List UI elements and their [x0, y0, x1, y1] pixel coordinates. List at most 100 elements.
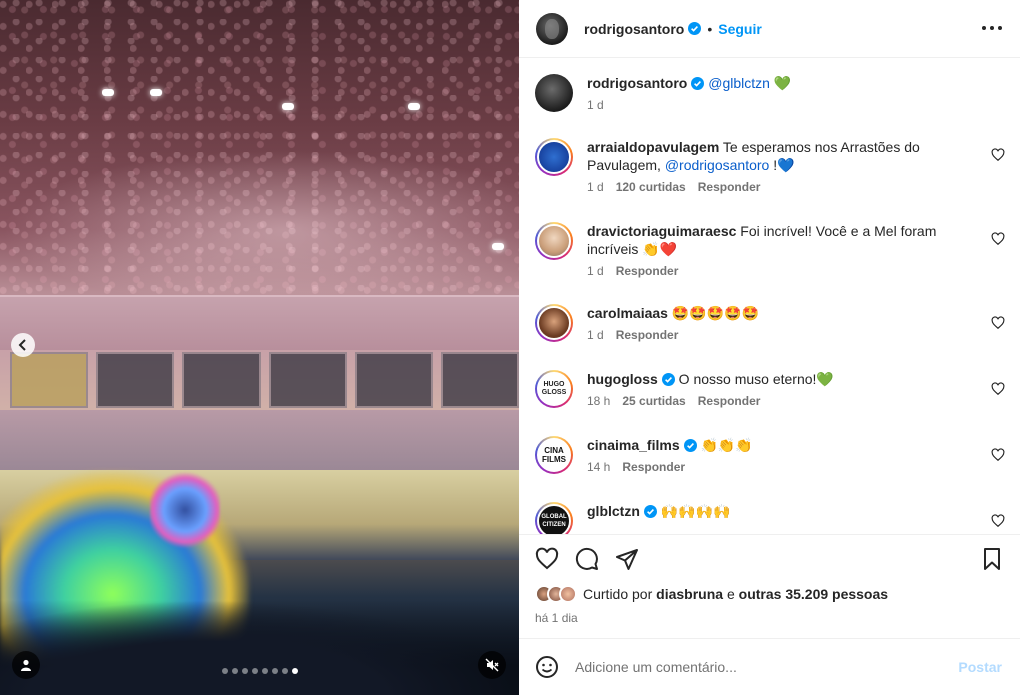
like-comment-icon[interactable] [991, 514, 1005, 528]
comment-text: 🙌🙌🙌🙌 [660, 503, 731, 519]
avatar[interactable]: CINA FILMS [535, 436, 573, 474]
more-options-icon[interactable] [982, 20, 1002, 36]
cinaima-logo: CINA FILMS [537, 438, 571, 472]
reply-button[interactable]: Responder [698, 180, 761, 194]
likes-prefix: Curtido por [583, 586, 657, 602]
media-windows [10, 352, 519, 408]
comment-item: HUGO GLOSS hugogloss O nosso muso eterno… [535, 370, 1005, 408]
follow-button[interactable]: Seguir [718, 21, 762, 37]
post-media[interactable] [0, 0, 519, 695]
comment-text: O nosso muso eterno!💚 [678, 371, 834, 387]
comment-item: GLOBAL CITIZEN glblctzn 🙌🙌🙌🙌 [535, 502, 1005, 534]
comment-username[interactable]: dravictoriaguimaraesc [587, 223, 736, 239]
carousel-dot [262, 668, 268, 674]
stage-light [282, 103, 294, 110]
carousel-dot-active [292, 668, 298, 674]
comment-time[interactable]: 18 h [587, 394, 610, 408]
carousel-dots [222, 668, 298, 674]
avatar[interactable]: GLOBAL CITIZEN [535, 502, 573, 534]
reply-button[interactable]: Responder [622, 460, 685, 474]
carousel-dot [272, 668, 278, 674]
like-comment-icon[interactable] [991, 148, 1005, 162]
media-balcony [0, 295, 519, 350]
share-icon[interactable] [615, 547, 639, 571]
emoji-icon[interactable] [535, 655, 559, 679]
comment-text: 👏👏👏 [700, 437, 753, 453]
likes-user[interactable]: diasbruna [656, 586, 723, 602]
comment-likes[interactable]: 120 curtidas [616, 180, 686, 194]
post-panel: rodrigosantoro • Seguir rodrigosantoro @… [519, 0, 1020, 695]
caption: rodrigosantoro @glblctzn 💚 1 d [535, 74, 1005, 112]
media-performer [150, 470, 220, 550]
post-button[interactable]: Postar [958, 659, 1002, 675]
media-crowd-bottom [0, 600, 519, 695]
caption-time[interactable]: 1 d [587, 98, 604, 112]
reply-button[interactable]: Responder [698, 394, 761, 408]
verified-icon [643, 505, 657, 518]
comment-time[interactable]: 1 d [587, 180, 604, 194]
avatar[interactable] [559, 585, 577, 603]
post-header: rodrigosantoro • Seguir [519, 0, 1020, 58]
avatar[interactable] [535, 304, 573, 342]
comment-suffix: !💙 [769, 157, 795, 173]
carousel-dot [222, 668, 228, 674]
carousel-dot [282, 668, 288, 674]
tagged-user-icon[interactable] [12, 651, 40, 679]
avatar[interactable] [535, 74, 573, 112]
like-comment-icon[interactable] [991, 448, 1005, 462]
comment-time[interactable]: 1 d [587, 264, 604, 278]
comment-likes[interactable]: 25 curtidas [622, 394, 685, 408]
like-comment-icon[interactable] [991, 232, 1005, 246]
comment-username[interactable]: glblctzn [587, 503, 640, 519]
separator: • [707, 20, 713, 37]
verified-icon [661, 373, 675, 386]
avatar[interactable]: HUGO GLOSS [535, 370, 573, 408]
verified-icon [688, 22, 702, 35]
reply-button[interactable]: Responder [616, 264, 679, 278]
carousel-dot [242, 668, 248, 674]
verified-icon [691, 77, 705, 90]
stage-light [492, 243, 504, 250]
comment-item: arraialdopavulagem Te esperamos nos Arra… [535, 138, 1005, 194]
add-comment-bar: Postar [519, 638, 1020, 695]
verified-icon [683, 439, 697, 452]
caption-text[interactable]: @glblctzn 💚 [708, 75, 791, 91]
comment-item: CINA FILMS cinaima_films 👏👏👏 14 h Respond… [535, 436, 1005, 474]
media-haze [0, 150, 519, 310]
media-band [0, 410, 519, 470]
like-comment-icon[interactable] [991, 382, 1005, 396]
stage-light [102, 89, 114, 96]
comment-username[interactable]: hugogloss [587, 371, 658, 387]
caption-username[interactable]: rodrigosantoro [587, 75, 687, 91]
bookmark-icon[interactable] [980, 547, 1004, 571]
chevron-left-icon[interactable] [11, 333, 35, 357]
comment-username[interactable]: carolmaiaas [587, 305, 668, 321]
stage-light [150, 89, 162, 96]
likes-middle: e [723, 586, 739, 602]
mute-icon[interactable] [478, 651, 506, 679]
hugogloss-logo: HUGO GLOSS [537, 372, 571, 406]
comment-username[interactable]: cinaima_films [587, 437, 680, 453]
like-icon[interactable] [535, 547, 559, 571]
stage-light [408, 103, 420, 110]
glblctzn-logo: GLOBAL CITIZEN [537, 504, 571, 534]
reply-button[interactable]: Responder [616, 328, 679, 342]
comments-list[interactable]: rodrigosantoro @glblctzn 💚 1 d arraialdo… [519, 58, 1020, 534]
comment-time[interactable]: 1 d [587, 328, 604, 342]
avatar[interactable] [536, 12, 568, 45]
comment-icon[interactable] [575, 547, 599, 571]
avatar[interactable] [535, 138, 573, 176]
comment-time[interactable]: 14 h [587, 460, 610, 474]
like-comment-icon[interactable] [991, 316, 1005, 330]
comment-text: 🤩🤩🤩🤩🤩 [671, 305, 760, 321]
comment-username[interactable]: arraialdopavulagem [587, 139, 719, 155]
header-username[interactable]: rodrigosantoro [584, 21, 684, 37]
comment-item: carolmaiaas 🤩🤩🤩🤩🤩 1 d Responder [535, 304, 1005, 342]
post-timestamp[interactable]: há 1 dia [535, 611, 578, 625]
carousel-dot [252, 668, 258, 674]
comment-input[interactable] [575, 659, 935, 675]
avatar[interactable] [535, 222, 573, 260]
post-actions: Curtido por diasbruna e outras 35.209 pe… [519, 534, 1020, 638]
comment-mention[interactable]: @rodrigosantoro [665, 157, 770, 173]
likes-others[interactable]: outras 35.209 pessoas [739, 586, 888, 602]
